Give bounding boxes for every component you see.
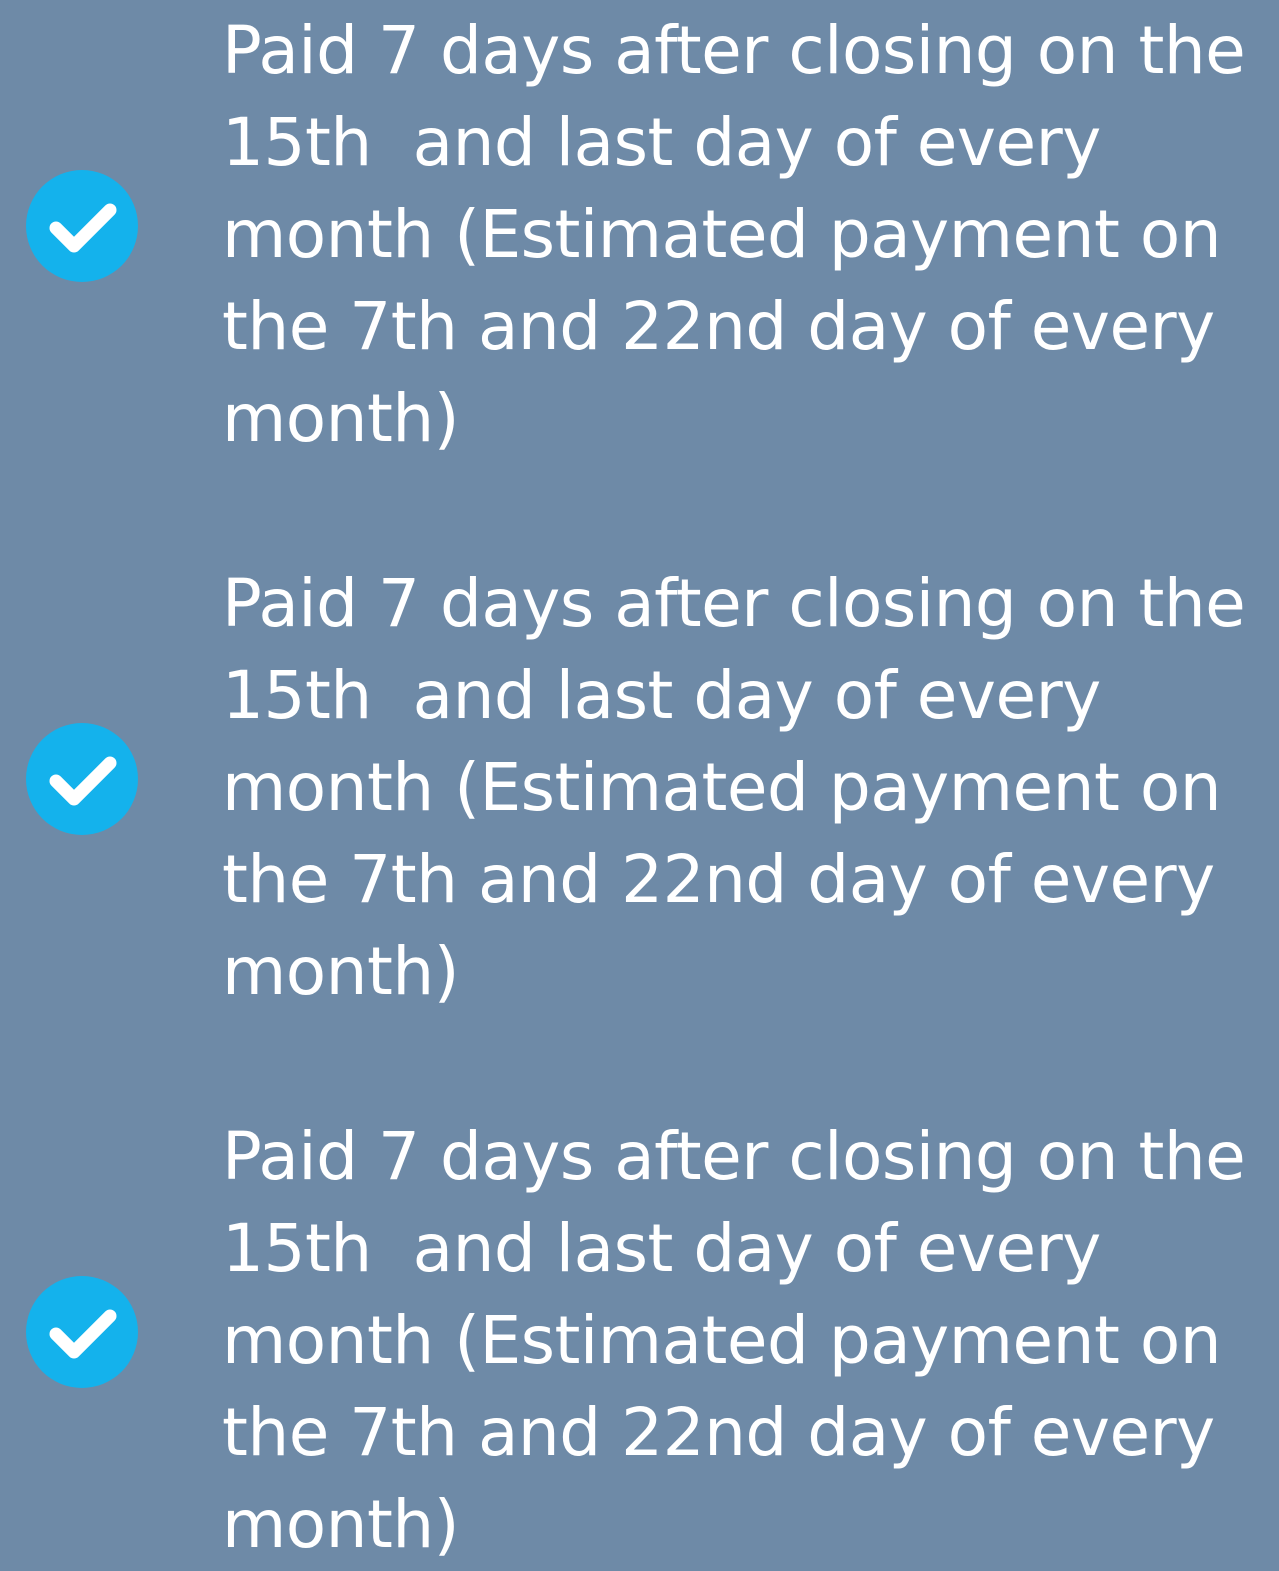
item-text-line: month) — [222, 380, 459, 457]
item-text-line: month (Estimated payment on — [222, 196, 1222, 273]
item-text-line: month) — [222, 1486, 459, 1563]
item-text-line: month (Estimated payment on — [222, 749, 1222, 826]
item-text-line: the 7th and 22nd day of every — [222, 841, 1215, 918]
item-text-line: month (Estimated payment on — [222, 1302, 1222, 1379]
item-text-line: the 7th and 22nd day of every — [222, 288, 1215, 365]
item-text-line: month) — [222, 933, 459, 1010]
checkmark-icon — [49, 756, 117, 806]
item-text-line: Paid 7 days after closing on the — [222, 565, 1246, 642]
item-text-line: Paid 7 days after closing on the — [222, 12, 1246, 89]
check-circle-icon — [26, 1276, 138, 1388]
check-circle-icon — [26, 170, 138, 282]
list-item: Paid 7 days after closing on the 15th an… — [0, 558, 1279, 1018]
item-text: Paid 7 days after closing on the 15th an… — [222, 1111, 1272, 1571]
payment-schedule-list: Paid 7 days after closing on the 15th an… — [0, 0, 1279, 1563]
item-text-line: Paid 7 days after closing on the — [222, 1118, 1246, 1195]
item-text-line: the 7th and 22nd day of every — [222, 1394, 1215, 1471]
item-text: Paid 7 days after closing on the 15th an… — [222, 5, 1272, 465]
checkmark-icon — [49, 1309, 117, 1359]
list-item: Paid 7 days after closing on the 15th an… — [0, 1111, 1279, 1571]
item-text-line: 15th and last day of every — [222, 104, 1101, 181]
item-text-line: 15th and last day of every — [222, 1210, 1101, 1287]
item-text: Paid 7 days after closing on the 15th an… — [222, 558, 1272, 1018]
item-text-line: 15th and last day of every — [222, 657, 1101, 734]
checkmark-icon — [49, 203, 117, 253]
list-item: Paid 7 days after closing on the 15th an… — [0, 5, 1279, 465]
check-circle-icon — [26, 723, 138, 835]
